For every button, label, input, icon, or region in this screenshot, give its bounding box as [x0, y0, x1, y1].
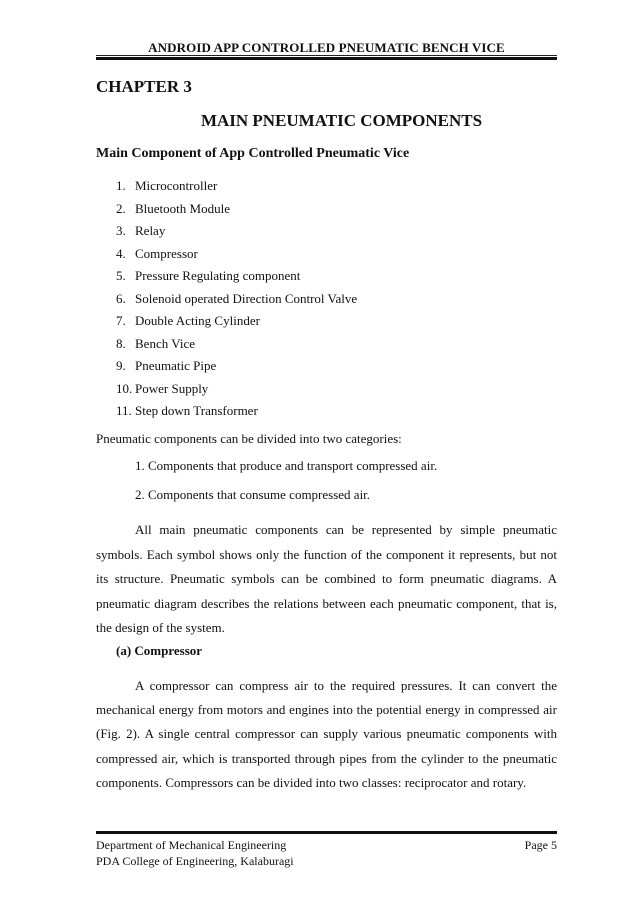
footer-institution: Department of Mechanical Engineering PDA…: [96, 837, 294, 869]
running-header: ANDROID APP CONTROLLED PNEUMATIC BENCH V…: [148, 40, 505, 55]
list-item-label: Solenoid operated Direction Control Valv…: [135, 290, 358, 306]
list-item-label: Step down Transformer: [135, 403, 258, 418]
footer-department: Department of Mechanical Engineering: [96, 838, 287, 852]
compressor-paragraph: A compressor can compress air to the req…: [96, 678, 557, 790]
header-rule-thick: [96, 57, 557, 60]
footer-rule: [96, 831, 557, 834]
list-item-label: Double Acting Cylinder: [135, 313, 260, 328]
list-item-label: Bench Vice: [135, 335, 195, 351]
list-item: 7. Double Acting Cylinder: [116, 312, 357, 335]
list-number: 10.: [116, 380, 133, 396]
list-item: 5. Pressure Regulating component: [116, 267, 357, 290]
list-number: 7.: [116, 313, 126, 328]
list-item-label: Pressure Regulating component: [135, 268, 301, 283]
list-number: 6.: [116, 290, 126, 306]
compressor-heading: (a) Compressor: [116, 643, 203, 658]
list-number: 11.: [116, 403, 132, 418]
document-page: ANDROID APP CONTROLLED PNEUMATIC BENCH V…: [0, 0, 638, 903]
list-item-label: Compressor: [135, 245, 198, 261]
list-item-label: Microcontroller: [135, 178, 218, 193]
components-list: 1. Microcontroller 2. Bluetooth Module 3. R…: [116, 177, 357, 425]
list-item: 3. Relay: [116, 222, 357, 245]
list-number: 4.: [116, 245, 126, 261]
list-number: 5.: [116, 268, 126, 283]
list-number: 8.: [116, 335, 126, 351]
categories-intro: Pneumatic components can be divided into…: [96, 431, 402, 446]
list-item: 4. Compressor: [116, 245, 357, 268]
footer-college: PDA College of Engineering, Kalaburagi: [96, 854, 294, 868]
list-item: 6. Solenoid operated Direction Control Va…: [116, 290, 357, 313]
list-item: 8. Bench Vice: [116, 335, 357, 358]
list-item-label: Power Supply: [135, 380, 209, 396]
list-number: 3.: [116, 223, 126, 238]
list-item-label: Pneumatic Pipe: [135, 358, 217, 373]
list-item: 1. Microcontroller: [116, 177, 357, 200]
page-number: Page 5: [524, 838, 557, 852]
list-item: 9. Pneumatic Pipe: [116, 357, 357, 380]
list-item-label: Bluetooth Module: [135, 200, 230, 216]
symbols-paragraph: All main pneumatic components can be rep…: [96, 522, 557, 635]
list-item: 11. Step down Transformer: [116, 402, 357, 425]
list-number: 2.: [116, 200, 126, 216]
list-number: 9.: [116, 358, 126, 373]
list-item: 2. Bluetooth Module: [116, 200, 357, 223]
chapter-label: CHAPTER 3: [96, 77, 192, 96]
category-item: 2. Components that consume compressed ai…: [135, 487, 371, 502]
header-rule: [96, 55, 557, 56]
list-number: 1.: [116, 178, 126, 193]
section-heading: Main Component of App Controlled Pneumat…: [96, 146, 410, 161]
list-item: 10. Power Supply: [116, 380, 357, 403]
chapter-title: MAIN PNEUMATIC COMPONENTS: [200, 111, 483, 130]
category-item: 1. Components that produce and transport…: [135, 458, 438, 473]
list-item-label: Relay: [135, 223, 166, 238]
